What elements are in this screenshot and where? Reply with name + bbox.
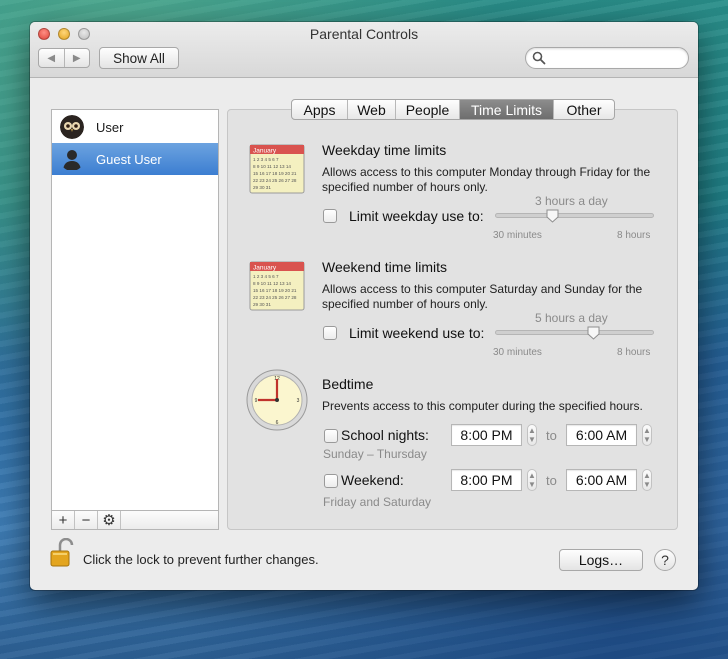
- add-user-button[interactable]: +: [52, 511, 75, 529]
- school-nights-label: School nights:: [341, 427, 429, 443]
- calendar-icon: January 1 2 3 4 5 6 7 8 9 10 11 12 13 14…: [249, 144, 305, 194]
- weekend-days: Friday and Saturday: [323, 495, 432, 509]
- tab-bar: Apps Web People Time Limits Other: [291, 99, 615, 120]
- calendar-month: January: [253, 265, 277, 272]
- svg-text:1 2 3 4 5 6 7: 1 2 3 4 5 6 7: [253, 157, 279, 162]
- svg-text:6: 6: [276, 420, 279, 426]
- tab-time-limits[interactable]: Time Limits: [460, 100, 554, 119]
- weekday-slider-thumb[interactable]: [546, 209, 559, 223]
- weekday-slider-caption: 3 hours a day: [535, 194, 608, 208]
- weekday-description-line2: specified number of hours only.: [322, 180, 488, 194]
- svg-text:3: 3: [297, 398, 300, 404]
- titlebar: Parental Controls ◀ ▶ Show All: [30, 22, 698, 78]
- svg-text:15 16 17 18 19 20 21: 15 16 17 18 19 20 21: [253, 171, 297, 176]
- calendar-month: January: [253, 148, 277, 155]
- svg-text:22 23 24 25 26 27 28: 22 23 24 25 26 27 28: [253, 295, 297, 300]
- owl-avatar-icon: [60, 115, 84, 139]
- user-list: User Guest User: [51, 109, 219, 530]
- bedtime-description: Prevents access to this computer during …: [322, 399, 643, 413]
- svg-text:29 30 31: 29 30 31: [253, 185, 271, 190]
- gear-icon[interactable]: ⚙: [98, 511, 121, 529]
- tab-people[interactable]: People: [396, 100, 460, 119]
- svg-text:22 23 24 25 26 27 28: 22 23 24 25 26 27 28: [253, 178, 297, 183]
- weekend-slider-thumb[interactable]: [587, 326, 600, 340]
- user-name: Guest User: [96, 151, 162, 167]
- weekend-description-line2: specified number of hours only.: [322, 297, 488, 311]
- limit-weekend-label: Limit weekend use to:: [349, 325, 485, 341]
- clock-icon: 12369: [246, 369, 308, 431]
- user-list-item[interactable]: User: [52, 111, 218, 143]
- search-input[interactable]: [525, 47, 689, 69]
- weekend-title: Weekend time limits: [322, 259, 448, 275]
- school-nights-start-stepper[interactable]: ▲ ▼: [527, 424, 537, 446]
- limit-weekday-label: Limit weekday use to:: [349, 208, 484, 224]
- weekend-bedtime-checkbox[interactable]: [324, 474, 338, 488]
- weekday-description-line1: Allows access to this computer Monday th…: [322, 165, 651, 179]
- weekday-slider-max: 8 hours: [617, 230, 651, 241]
- school-nights-start-time[interactable]: 8:00 PM: [451, 424, 522, 446]
- remove-user-button[interactable]: −: [75, 511, 98, 529]
- logs-button[interactable]: Logs…: [559, 549, 643, 571]
- user-name: User: [96, 119, 124, 135]
- bedtime-title: Bedtime: [322, 376, 374, 392]
- tab-other[interactable]: Other: [554, 100, 614, 119]
- school-nights-days: Sunday – Thursday: [323, 447, 427, 461]
- weekday-slider-min: 30 minutes: [493, 230, 542, 241]
- school-nights-to-label: to: [546, 428, 557, 443]
- school-nights-end-time[interactable]: 6:00 AM: [566, 424, 637, 446]
- school-nights-checkbox[interactable]: [324, 429, 338, 443]
- weekend-slider-min: 30 minutes: [493, 347, 542, 358]
- back-arrow-icon[interactable]: ◀: [39, 49, 65, 67]
- tab-web[interactable]: Web: [348, 100, 396, 119]
- weekend-to-label: to: [546, 473, 557, 488]
- forward-arrow-icon[interactable]: ▶: [65, 49, 90, 67]
- svg-text:8 9 10 11 12 13 14: 8 9 10 11 12 13 14: [253, 164, 291, 169]
- weekday-title: Weekday time limits: [322, 142, 447, 158]
- back-forward-control: ◀ ▶: [38, 48, 90, 68]
- weekend-start-stepper[interactable]: ▲ ▼: [527, 469, 537, 491]
- help-button[interactable]: ?: [654, 549, 676, 571]
- weekend-slider-max: 8 hours: [617, 347, 651, 358]
- svg-text:8 9 10 11 12 13 14: 8 9 10 11 12 13 14: [253, 281, 291, 286]
- svg-text:29 30 31: 29 30 31: [253, 302, 271, 307]
- limit-weekend-checkbox[interactable]: [323, 326, 337, 340]
- school-nights-end-stepper[interactable]: ▲ ▼: [642, 424, 652, 446]
- weekend-end-time[interactable]: 6:00 AM: [566, 469, 637, 491]
- svg-text:1 2 3 4 5 6 7: 1 2 3 4 5 6 7: [253, 274, 279, 279]
- weekend-start-time[interactable]: 8:00 PM: [451, 469, 522, 491]
- user-list-toolbar: + − ⚙: [51, 510, 219, 530]
- lock-status-text: Click the lock to prevent further change…: [83, 552, 319, 567]
- svg-text:9: 9: [255, 398, 258, 404]
- weekend-slider-caption: 5 hours a day: [535, 311, 608, 325]
- window-title: Parental Controls: [309, 26, 419, 42]
- weekday-slider-track[interactable]: [495, 213, 654, 218]
- show-all-button[interactable]: Show All: [99, 47, 179, 69]
- weekend-description-line1: Allows access to this computer Saturday …: [322, 282, 643, 296]
- limit-weekday-checkbox[interactable]: [323, 209, 337, 223]
- search-icon: [532, 51, 546, 65]
- preferences-window: Parental Controls ◀ ▶ Show All User Gues…: [30, 22, 698, 590]
- weekend-end-stepper[interactable]: ▲ ▼: [642, 469, 652, 491]
- lock-open-icon[interactable]: [50, 538, 74, 568]
- weekend-slider-track[interactable]: [495, 330, 654, 335]
- weekend-bedtime-label: Weekend:: [341, 472, 404, 488]
- calendar-icon: January 1 2 3 4 5 6 7 8 9 10 11 12 13 14…: [249, 261, 305, 311]
- user-list-item-selected[interactable]: Guest User: [52, 143, 218, 175]
- guest-silhouette-icon: [63, 150, 81, 170]
- tab-apps[interactable]: Apps: [292, 100, 348, 119]
- svg-text:15 16 17 18 19 20 21: 15 16 17 18 19 20 21: [253, 288, 297, 293]
